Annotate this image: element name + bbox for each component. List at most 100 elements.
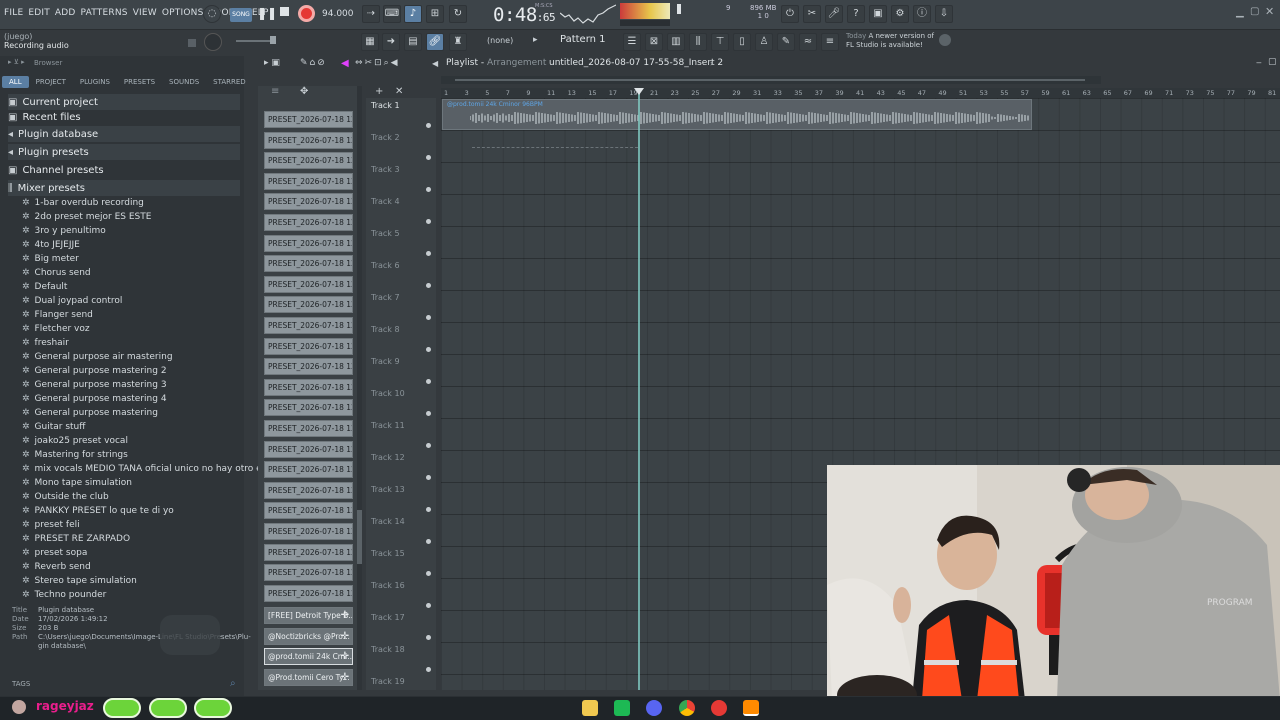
browser-tab-all[interactable]: ALL: [2, 76, 29, 88]
track-label[interactable]: Track 6: [371, 261, 400, 270]
picker-pattern-item[interactable]: PRESET_2026-07-18 12-...: [264, 564, 353, 582]
mixer-icon[interactable]: ☰: [623, 33, 641, 51]
picker-pattern-item[interactable]: PRESET_2026-07-18 12-...: [264, 317, 353, 334]
browser-folder-current-project[interactable]: ▣ Current project: [8, 94, 240, 110]
info-icon[interactable]: ⓘ: [913, 5, 931, 23]
piano-roll-arrow-icon[interactable]: ➜: [382, 33, 400, 51]
browser-tree-icon[interactable]: ⊤: [711, 33, 729, 51]
menu-patterns[interactable]: PATTERNS: [81, 8, 128, 18]
track-label[interactable]: Track 17: [371, 613, 405, 622]
track-led[interactable]: [426, 475, 431, 480]
app-red-icon[interactable]: [711, 700, 727, 716]
mixer-preset-item[interactable]: ✲ Flanger send: [22, 310, 93, 320]
picker-pattern-item[interactable]: PRESET_2026-07-18 12-...: [264, 234, 353, 252]
playhead-marker-icon[interactable]: [634, 88, 644, 95]
track-led[interactable]: [426, 635, 431, 640]
blend-notes-icon[interactable]: ⊞: [426, 5, 444, 23]
pattern-arrow-icon[interactable]: ▸: [533, 35, 538, 45]
picker-pattern-item[interactable]: PRESET_2026-07-18 12-...: [264, 584, 353, 602]
mixer-preset-item[interactable]: ✲ General purpose air mastering: [22, 352, 173, 362]
minimize-icon[interactable]: ▁: [1236, 7, 1244, 18]
track-led[interactable]: [426, 667, 431, 672]
app-green-icon[interactable]: [614, 700, 630, 716]
picker-pattern-item[interactable]: PRESET_2026-07-18 12-...: [264, 502, 353, 520]
stop-icon[interactable]: [280, 7, 289, 16]
picker-audio-item[interactable]: [FREE] Detroit Type B... ✛: [264, 607, 353, 624]
save-icon[interactable]: ▣: [869, 5, 887, 23]
tempo-display[interactable]: 94.000: [322, 9, 354, 19]
cut-icon[interactable]: ✂: [803, 5, 821, 23]
picker-pattern-item[interactable]: PRESET_2026-07-18 12-...: [264, 337, 353, 355]
file-explorer-icon[interactable]: [582, 700, 598, 716]
track-label[interactable]: Track 9: [371, 357, 400, 366]
mixer-preset-item[interactable]: ✲ Dual joypad control: [22, 296, 122, 306]
track-label[interactable]: Track 2: [371, 133, 400, 142]
audio-item-plus-icon[interactable]: ✛: [341, 649, 349, 664]
master-volume-knob[interactable]: [204, 33, 222, 51]
track-led[interactable]: [426, 251, 431, 256]
master-pitch-slider[interactable]: [620, 20, 670, 26]
track-label[interactable]: Track 15: [371, 549, 405, 558]
track-led[interactable]: [426, 347, 431, 352]
track-led[interactable]: [426, 315, 431, 320]
menu-add[interactable]: ADD: [55, 8, 76, 18]
piano-roll-icon[interactable]: ▥: [667, 33, 685, 51]
mixer-preset-item[interactable]: ✲ Big meter: [22, 254, 79, 264]
loop-record-icon[interactable]: ↻: [449, 5, 467, 23]
search-icon[interactable]: ⌕: [230, 678, 236, 689]
menu-options[interactable]: OPTIONS: [162, 8, 204, 18]
close-track-icon[interactable]: ✕: [395, 86, 403, 97]
picker-pattern-item[interactable]: PRESET_2026-07-18 12-...: [264, 152, 353, 170]
track-label[interactable]: Track 18: [371, 645, 405, 654]
mixer-preset-item[interactable]: ✲ 2do preset mejor ES ESTE: [22, 212, 151, 222]
track-led[interactable]: [426, 219, 431, 224]
news-icon[interactable]: [939, 34, 951, 46]
channel-rack-icon[interactable]: ⊠: [645, 33, 663, 51]
track-label[interactable]: Track 16: [371, 581, 405, 590]
browser-folder-recent-files[interactable]: ▣ Recent files: [8, 109, 81, 125]
picker-pattern-item[interactable]: PRESET_2026-07-18 12-...: [264, 214, 353, 231]
link-icon[interactable]: 🔗︎: [426, 33, 444, 51]
menu-file[interactable]: FILE: [4, 8, 23, 18]
discord-icon[interactable]: [646, 700, 662, 716]
mixer-preset-item[interactable]: ✲ Reverb send: [22, 562, 91, 572]
mixer-preset-item[interactable]: ✲ Mono tape simulation: [22, 478, 132, 488]
close-icon[interactable]: ✕: [1265, 5, 1274, 18]
picker-pattern-item[interactable]: PRESET_2026-07-18 12-...: [264, 399, 353, 417]
mixer-preset-item[interactable]: ✲ joako25 preset vocal: [22, 436, 128, 446]
picker-pattern-item[interactable]: PRESET_2026-07-18 12-...: [264, 420, 353, 437]
mixer-preset-item[interactable]: ✲ Techno pounder: [22, 590, 106, 600]
script-icon[interactable]: ≡: [821, 33, 839, 51]
mixer-preset-item[interactable]: ✲ preset sopa: [22, 548, 87, 558]
track-label[interactable]: Track 5: [371, 229, 400, 238]
browser-tab-presets[interactable]: PRESETS: [117, 76, 162, 88]
picker-pattern-item[interactable]: PRESET_2026-07-18 12-...: [264, 131, 353, 149]
audio-item-plus-icon[interactable]: ✛: [341, 670, 349, 685]
mixer-preset-item[interactable]: ✲ Default: [22, 282, 67, 292]
browser-folder-mixer-presets[interactable]: ⫼ Mixer presets: [8, 180, 240, 196]
mute-tool-icon[interactable]: ◀: [341, 58, 349, 69]
picker-pattern-item[interactable]: PRESET_2026-07-18 12-...: [264, 255, 353, 273]
pause-icon[interactable]: ❚❚: [257, 6, 277, 20]
grid-icon[interactable]: ▤: [404, 33, 422, 51]
collapse-icon[interactable]: ≡: [271, 86, 279, 97]
track-label[interactable]: Track 3: [371, 165, 400, 174]
song-arrow-icon[interactable]: ›: [710, 59, 713, 68]
browser-folder-plugin-database[interactable]: ◂ Plugin database: [8, 126, 240, 142]
track-label[interactable]: Track 10: [371, 389, 405, 398]
mixer-preset-item[interactable]: ✲ 4to JEJEJJE: [22, 240, 80, 250]
mixer-preset-item[interactable]: ✲ Fletcher voz: [22, 324, 90, 334]
picker-audio-item[interactable]: @Noctizbricks @Pro... ✛: [264, 627, 353, 645]
picker-pattern-item[interactable]: PRESET_2026-07-18 12-...: [264, 111, 353, 128]
audio-item-plus-icon[interactable]: ✛: [341, 608, 349, 623]
picker-pattern-item[interactable]: PRESET_2026-07-18 12-...: [264, 378, 353, 396]
picker-pattern-item[interactable]: PRESET_2026-07-18 12-...: [264, 358, 353, 376]
picker-pattern-item[interactable]: PRESET_2026-07-18 12-...: [264, 296, 353, 314]
help-icon[interactable]: ?: [847, 5, 865, 23]
menu-view[interactable]: VIEW: [133, 8, 157, 18]
mixer-preset-item[interactable]: ✲ 1-bar overdub recording: [22, 198, 144, 208]
picker-audio-item[interactable]: @prod.tomii 24k Cmi... ✛: [264, 648, 353, 666]
news-panel[interactable]: Today A newer version of FL Studio is av…: [846, 32, 934, 50]
track-led[interactable]: [426, 603, 431, 608]
browser-tab-project[interactable]: PROJECT: [29, 76, 73, 88]
